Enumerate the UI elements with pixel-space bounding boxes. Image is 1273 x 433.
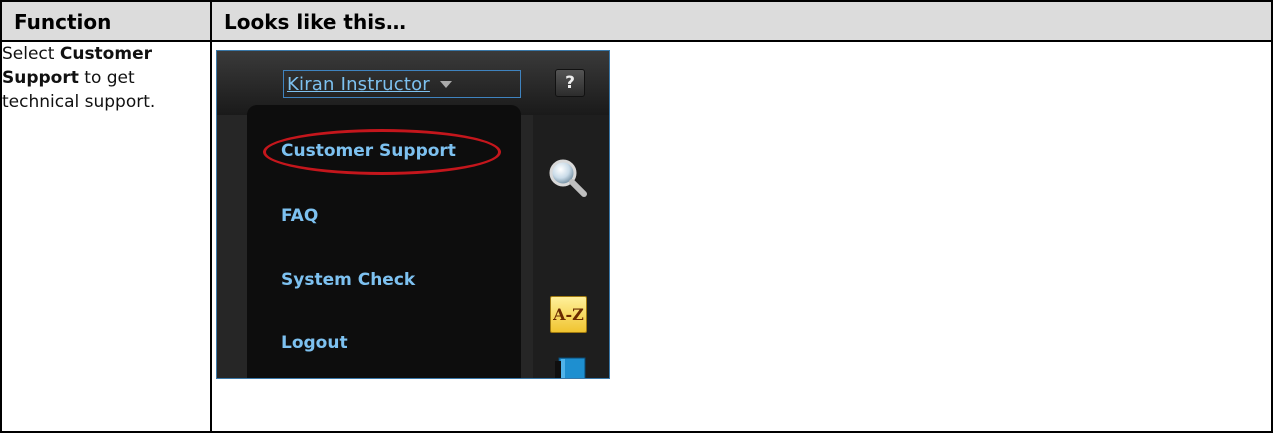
user-menu-button[interactable]: Kiran Instructor (283, 70, 521, 98)
instruction-prefix: Select (2, 44, 60, 64)
instruction-table: Function Looks like this… Select Custome… (0, 0, 1273, 433)
looks-cell: Kiran Instructor ? Customer Support FAQ … (210, 40, 1273, 433)
content-row: Select Customer Support to get technical… (0, 40, 1273, 433)
help-button[interactable]: ? (555, 69, 585, 97)
user-name: Kiran Instructor (287, 73, 430, 95)
dropdown-screenshot: Kiran Instructor ? Customer Support FAQ … (216, 50, 610, 379)
header-function: Function (0, 0, 212, 42)
a-z-glossary-icon[interactable]: A-Z (550, 296, 587, 333)
menu-item-logout[interactable]: Logout (281, 333, 348, 353)
highlight-circle (263, 129, 501, 175)
menu-item-faq[interactable]: FAQ (281, 206, 318, 226)
tool-sidebar (533, 115, 609, 378)
header-looks: Looks like this… (210, 0, 1273, 42)
caret-down-icon (439, 80, 452, 88)
magnifier-icon[interactable] (547, 157, 589, 199)
book-icon[interactable] (553, 357, 589, 379)
header-row: Function Looks like this… (0, 0, 1273, 42)
menu-item-system-check[interactable]: System Check (281, 270, 415, 290)
function-cell: Select Customer Support to get technical… (0, 40, 212, 433)
